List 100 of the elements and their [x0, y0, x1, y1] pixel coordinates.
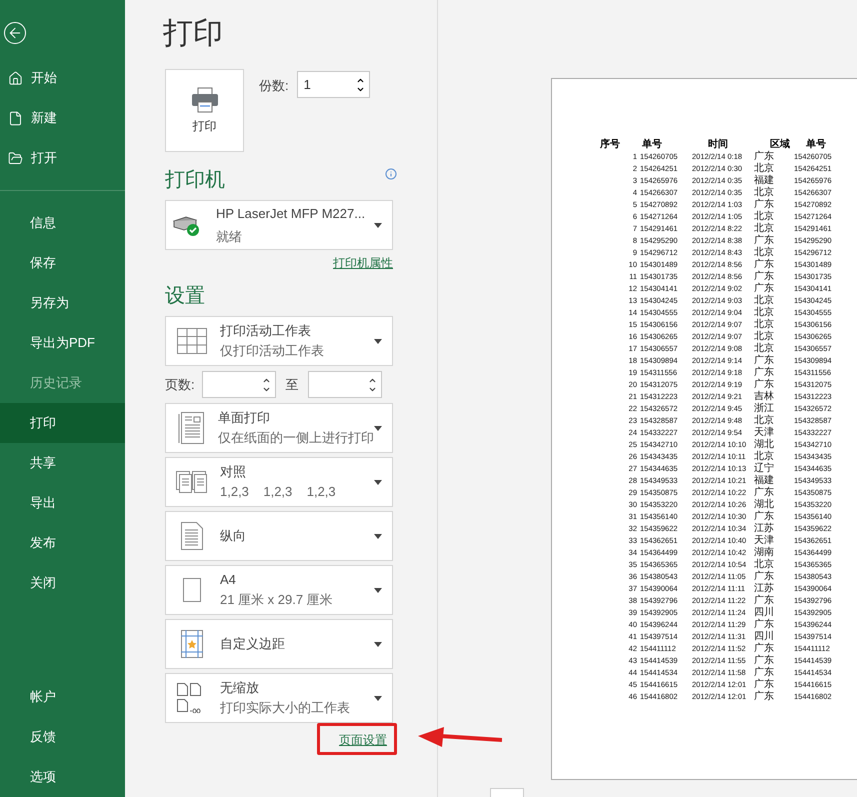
- table-cell-text: 吉林: [754, 391, 775, 402]
- table-cell-text: 福建: [754, 175, 775, 186]
- table-cell-text: 广东: [754, 655, 775, 666]
- printer-dropdown[interactable]: HP LaserJet MFP M227... 就绪: [165, 200, 393, 250]
- settings-heading: 设置: [165, 284, 205, 309]
- setting-description: 打印实际大小的工作表: [220, 700, 351, 716]
- copies-field[interactable]: 1: [296, 71, 370, 98]
- table-cell-text: 北京: [754, 295, 775, 306]
- copies-label: 份数:: [259, 77, 289, 95]
- sidebar-item[interactable]: 帐户: [0, 677, 125, 717]
- column-header: 单号: [805, 139, 827, 151]
- pages-from-field[interactable]: [202, 371, 276, 398]
- table-cell-text: 北京: [754, 331, 775, 342]
- setting-description: 21 厘米 x 29.7 厘米: [220, 592, 334, 608]
- sidebar-item[interactable]: 打开: [0, 138, 125, 178]
- sidebar-item[interactable]: 打印: [0, 403, 125, 443]
- table-cell-text: 广东: [754, 619, 775, 630]
- page-setup-link[interactable]: 页面设置: [339, 731, 387, 749]
- sidebar-item[interactable]: 新建: [0, 98, 125, 138]
- printer-icon: [190, 86, 218, 112]
- table-cell-text: 北京: [754, 187, 775, 198]
- sidebar-item[interactable]: 开始: [0, 58, 125, 98]
- setting-dropdown[interactable]: A4 21 厘米 x 29.7 厘米: [165, 565, 393, 615]
- document-page-icon: [178, 412, 204, 444]
- table-cell-text: 北京: [754, 415, 775, 426]
- table-cell-text: 北京: [754, 451, 775, 462]
- table-cell-text: 北京: [754, 307, 775, 318]
- setting-description: 仅打印活动工作表: [220, 343, 325, 359]
- table-cell-text: 广东: [754, 643, 775, 654]
- sidebar-item[interactable]: 共享: [0, 443, 125, 483]
- table-cell-text: 广东: [754, 355, 775, 366]
- table-cell-text: 广东: [754, 571, 775, 582]
- table-cell-text: 辽宁: [754, 463, 775, 474]
- to-label: 至: [284, 376, 300, 394]
- column-header: 区域: [769, 139, 791, 150]
- table-cell-text: 广东: [754, 271, 775, 282]
- dropdown-caret-icon: [374, 338, 382, 344]
- sidebar-item[interactable]: 反馈: [0, 717, 125, 757]
- setting-dropdown[interactable]: 打印活动工作表 仅打印活动工作表: [165, 316, 393, 366]
- setting-dropdown[interactable]: 无缩放 打印实际大小的工作表: [165, 673, 393, 723]
- column-header: 时间: [707, 139, 729, 151]
- table-cell-text: 湖南: [754, 547, 775, 558]
- printer-properties-link[interactable]: 打印机属性: [333, 254, 393, 272]
- printer-status: 就绪: [216, 228, 243, 246]
- column-header: 序号: [600, 139, 621, 151]
- setting-dropdown[interactable]: 纵向: [165, 511, 393, 561]
- dropdown-caret-icon: [374, 426, 382, 430]
- table-cell-text: 湖北: [754, 439, 775, 450]
- setting-description: 仅在纸面的一侧上进行打印: [218, 430, 374, 446]
- margins-star-icon: [181, 630, 203, 658]
- print-button[interactable]: 打印: [165, 69, 244, 152]
- new-document-icon: [8, 110, 23, 126]
- sidebar-item[interactable]: 保存: [0, 243, 125, 283]
- table-cell-text: 江苏: [754, 523, 775, 534]
- table-cell-text: 广东: [754, 283, 775, 294]
- table-cell-text: 四川: [754, 631, 775, 642]
- setting-title: 单面打印: [218, 410, 271, 426]
- table-cell-text: 北京: [754, 319, 775, 330]
- setting-dropdown[interactable]: 自定义边距: [165, 619, 393, 669]
- table-cell-text: 北京: [754, 211, 775, 222]
- sidebar-item[interactable]: 发布: [0, 523, 125, 563]
- pages-label: 页数:: [165, 376, 196, 394]
- table-cell-text: 江苏: [754, 583, 775, 594]
- table-cell-text: 北京: [754, 559, 775, 570]
- table-cell-text: 浙江: [754, 403, 775, 414]
- table-cell-text: 广东: [754, 511, 775, 522]
- sidebar-item[interactable]: 关闭: [0, 563, 125, 603]
- stacked-pages-icon: [176, 471, 208, 493]
- setting-title: 无缩放: [220, 680, 260, 696]
- worksheet-grid-icon: [177, 328, 207, 354]
- sidebar-item[interactable]: 另存为: [0, 283, 125, 323]
- back-icon[interactable]: [4, 22, 26, 44]
- blank-page-icon: [183, 578, 201, 602]
- printer-heading: 打印机: [165, 168, 225, 193]
- table-cell-text: 天津: [754, 427, 775, 438]
- setting-title: 打印活动工作表: [220, 323, 312, 339]
- sidebar-item[interactable]: 选项: [0, 757, 125, 797]
- sidebar-item[interactable]: 导出: [0, 483, 125, 523]
- folder-icon: [8, 150, 23, 166]
- table-cell-text: 广东: [754, 367, 775, 378]
- table-cell-text: 北京: [754, 247, 775, 258]
- info-icon[interactable]: [385, 168, 397, 180]
- sidebar-item[interactable]: 导出为PDF: [0, 323, 125, 363]
- setting-dropdown[interactable]: 对照 1,2,3 1,2,3 1,2,3: [165, 457, 393, 507]
- dropdown-caret-icon: [374, 534, 382, 538]
- home-icon: [8, 70, 23, 86]
- column-header: 单号: [641, 139, 663, 151]
- dropdown-caret-icon: [374, 480, 382, 484]
- dropdown-caret-icon: [374, 696, 382, 700]
- setting-dropdown[interactable]: 单面打印 仅在纸面的一侧上进行打印: [165, 403, 393, 453]
- dropdown-caret-icon: [374, 642, 382, 646]
- setting-title: A4: [220, 572, 237, 588]
- table-cell-text: 广东: [754, 259, 775, 270]
- sidebar-item[interactable]: 信息: [0, 203, 125, 243]
- setting-description: 1,2,3 1,2,3 1,2,3: [220, 484, 337, 500]
- table-cell-text: 广东: [754, 691, 775, 703]
- pages-to-field[interactable]: [308, 371, 382, 398]
- printer-name: HP LaserJet MFP M227...: [216, 204, 366, 222]
- setting-title: 对照: [220, 464, 247, 480]
- table-cell-text: 广东: [754, 679, 775, 690]
